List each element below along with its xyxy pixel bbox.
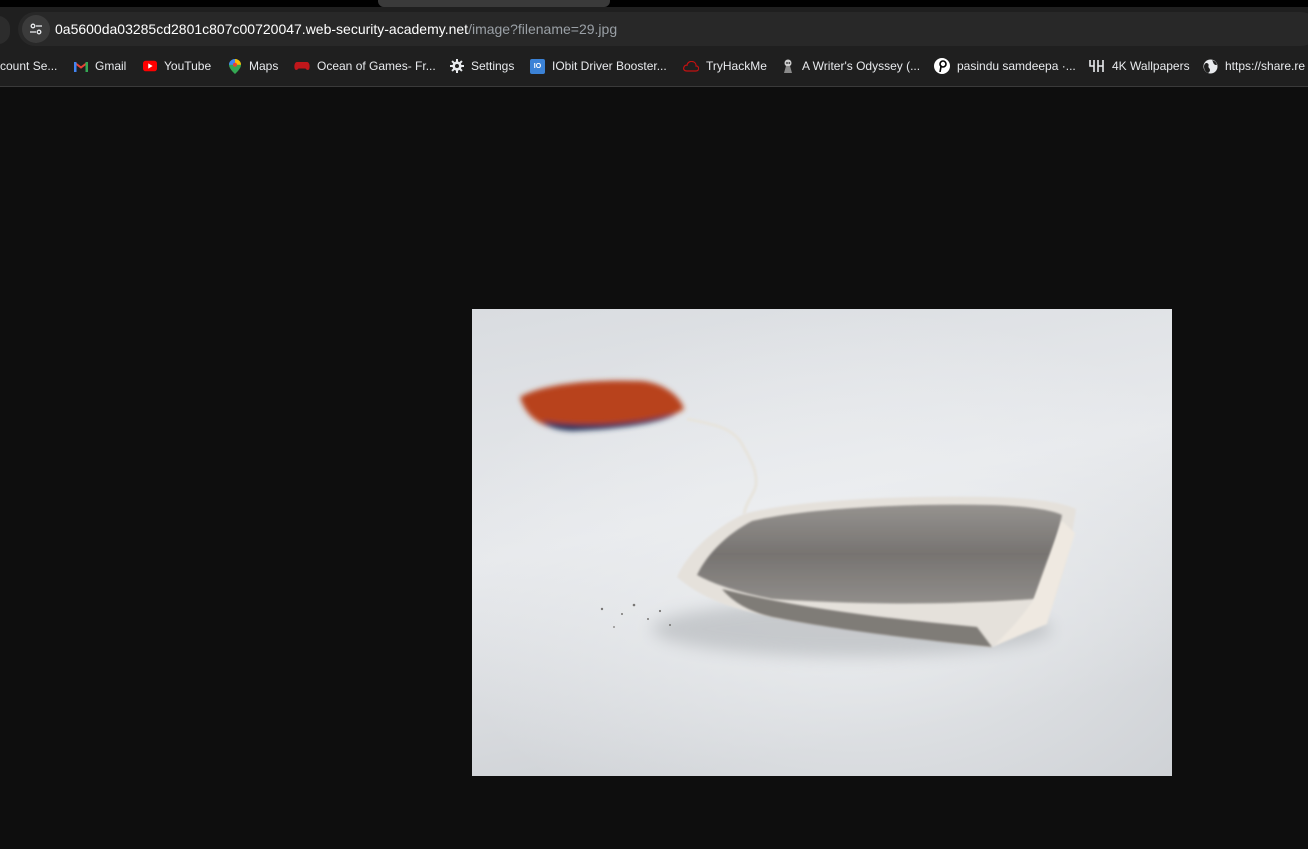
displayed-image[interactable] bbox=[472, 309, 1172, 776]
bookmark-label: A Writer's Odyssey (... bbox=[802, 59, 921, 73]
bookmark-pasindu-samdeepa[interactable]: pasindu samdeepa ·... bbox=[934, 54, 1076, 78]
bookmark-youtube[interactable]: YouTube bbox=[143, 54, 211, 78]
tea-bag-photo bbox=[472, 309, 1172, 776]
site-favicon-icon bbox=[781, 59, 795, 73]
bookmark-label: https://share.re bbox=[1225, 59, 1306, 73]
bookmark-label: Settings bbox=[471, 59, 515, 73]
wallpapers-icon bbox=[1089, 59, 1105, 73]
bookmark-gmail[interactable]: Gmail bbox=[74, 54, 126, 78]
bookmark-label: IObit Driver Booster... bbox=[552, 59, 667, 73]
maps-pin-icon bbox=[228, 58, 242, 74]
bookmark-4k-wallpapers[interactable]: 4K Wallpapers bbox=[1089, 54, 1190, 78]
bookmark-share[interactable]: https://share.re bbox=[1203, 54, 1305, 78]
bookmark-label: Ocean of Games- Fr... bbox=[317, 59, 436, 73]
site-settings-button[interactable] bbox=[22, 15, 50, 43]
bookmark-label: count Se... bbox=[0, 59, 58, 73]
browser-toolbar: 0a5600da03285cd2801c807c00720047.web-sec… bbox=[0, 0, 1308, 87]
active-tab[interactable] bbox=[378, 0, 610, 7]
back-button[interactable] bbox=[0, 16, 10, 44]
iobit-icon: IO bbox=[530, 58, 545, 74]
bookmark-maps[interactable]: Maps bbox=[228, 54, 278, 78]
site-settings-icon bbox=[30, 23, 42, 35]
bookmark-label: pasindu samdeepa ·... bbox=[957, 59, 1076, 73]
gmail-icon bbox=[74, 59, 88, 73]
gamepad-icon bbox=[294, 59, 310, 73]
bookmark-label: YouTube bbox=[164, 59, 212, 73]
tryhackme-icon bbox=[683, 59, 699, 73]
bookmark-tryhackme[interactable]: TryHackMe bbox=[683, 54, 767, 78]
bookmark-ocean-of-games[interactable]: Ocean of Games- Fr... bbox=[294, 54, 436, 78]
globe-icon bbox=[1203, 59, 1218, 74]
image-viewer-page bbox=[0, 87, 1308, 849]
bookmark-label: 4K Wallpapers bbox=[1112, 59, 1190, 73]
youtube-icon bbox=[143, 59, 157, 73]
tab-strip bbox=[0, 0, 1308, 7]
pinterest-icon bbox=[934, 58, 950, 74]
url-path: /image?filename=29.jpg bbox=[468, 21, 618, 37]
bookmark-label: Gmail bbox=[95, 59, 127, 73]
bookmark-iobit[interactable]: IO IObit Driver Booster... bbox=[530, 54, 667, 78]
url-host: 0a5600da03285cd2801c807c00720047.web-sec… bbox=[55, 21, 469, 37]
bookmark-label: Maps bbox=[249, 59, 279, 73]
bookmark-label: TryHackMe bbox=[706, 59, 767, 73]
bookmark-writers-odyssey[interactable]: A Writer's Odyssey (... bbox=[781, 54, 920, 78]
bookmark-settings[interactable]: Settings bbox=[450, 54, 514, 78]
gear-icon bbox=[450, 59, 464, 73]
bookmarks-bar: count Se... Gmail YouTube Maps Ocean of … bbox=[0, 54, 1308, 78]
url-text[interactable]: 0a5600da03285cd2801c807c00720047.web-sec… bbox=[55, 21, 617, 37]
bookmark-google-account[interactable]: count Se... bbox=[0, 54, 57, 78]
address-bar[interactable]: 0a5600da03285cd2801c807c00720047.web-sec… bbox=[18, 12, 1308, 46]
